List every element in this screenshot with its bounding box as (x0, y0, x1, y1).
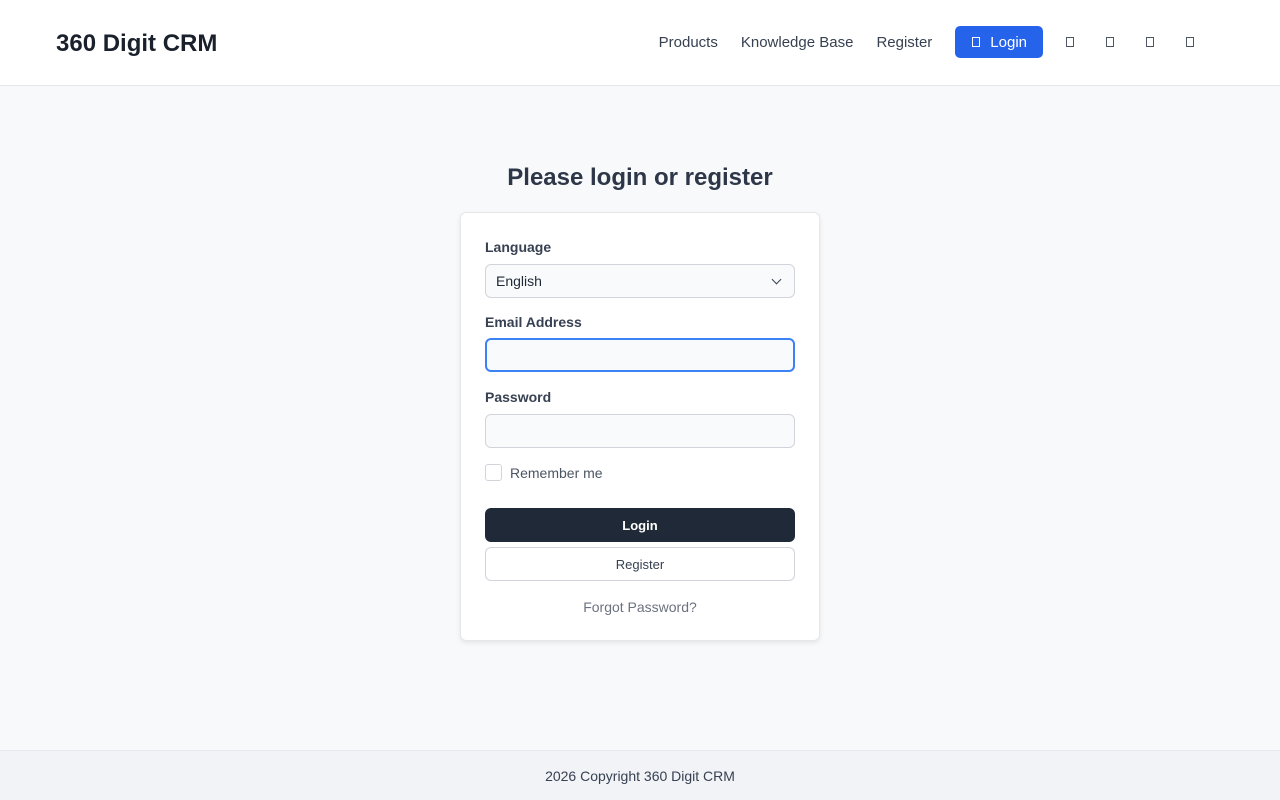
password-field[interactable] (485, 414, 795, 448)
chevron-down-icon (771, 274, 782, 284)
nav-products-link[interactable]: Products (659, 34, 718, 51)
remember-me-label: Remember me (510, 464, 603, 481)
brand-logo[interactable]: 360 Digit CRM (56, 30, 217, 58)
page-title: Please login or register (507, 164, 773, 191)
language-selected-value: English (496, 273, 542, 289)
language-select[interactable]: English (485, 264, 795, 298)
login-button[interactable]: Login (485, 508, 795, 542)
nav-login-label: Login (990, 33, 1027, 51)
sign-in-icon (972, 37, 981, 47)
email-label: Email Address (485, 314, 582, 330)
nav-register-link[interactable]: Register (876, 34, 932, 51)
forgot-password-link[interactable]: Forgot Password? (461, 599, 819, 615)
password-label: Password (485, 389, 552, 405)
nav-login-button[interactable]: Login (955, 26, 1043, 58)
nav-knowledge-base-link[interactable]: Knowledge Base (741, 34, 854, 51)
linkedin-icon[interactable] (1130, 26, 1170, 58)
remember-me-checkbox[interactable] (485, 464, 502, 481)
language-label: Language (485, 239, 552, 255)
nav-links: Products Knowledge Base Register Login (659, 26, 1280, 58)
footer: 2026 Copyright 360 Digit CRM (0, 750, 1280, 800)
remember-me[interactable]: Remember me (485, 464, 603, 481)
navbar: 360 Digit CRM Products Knowledge Base Re… (0, 0, 1280, 86)
youtube-icon[interactable] (1170, 26, 1210, 58)
email-field[interactable] (485, 338, 795, 372)
twitter-icon[interactable] (1090, 26, 1130, 58)
facebook-icon[interactable] (1050, 26, 1090, 58)
footer-copyright: 2026 Copyright 360 Digit CRM (545, 767, 735, 784)
login-card: Language English Email Address Password … (460, 212, 820, 641)
register-button[interactable]: Register (485, 547, 795, 581)
